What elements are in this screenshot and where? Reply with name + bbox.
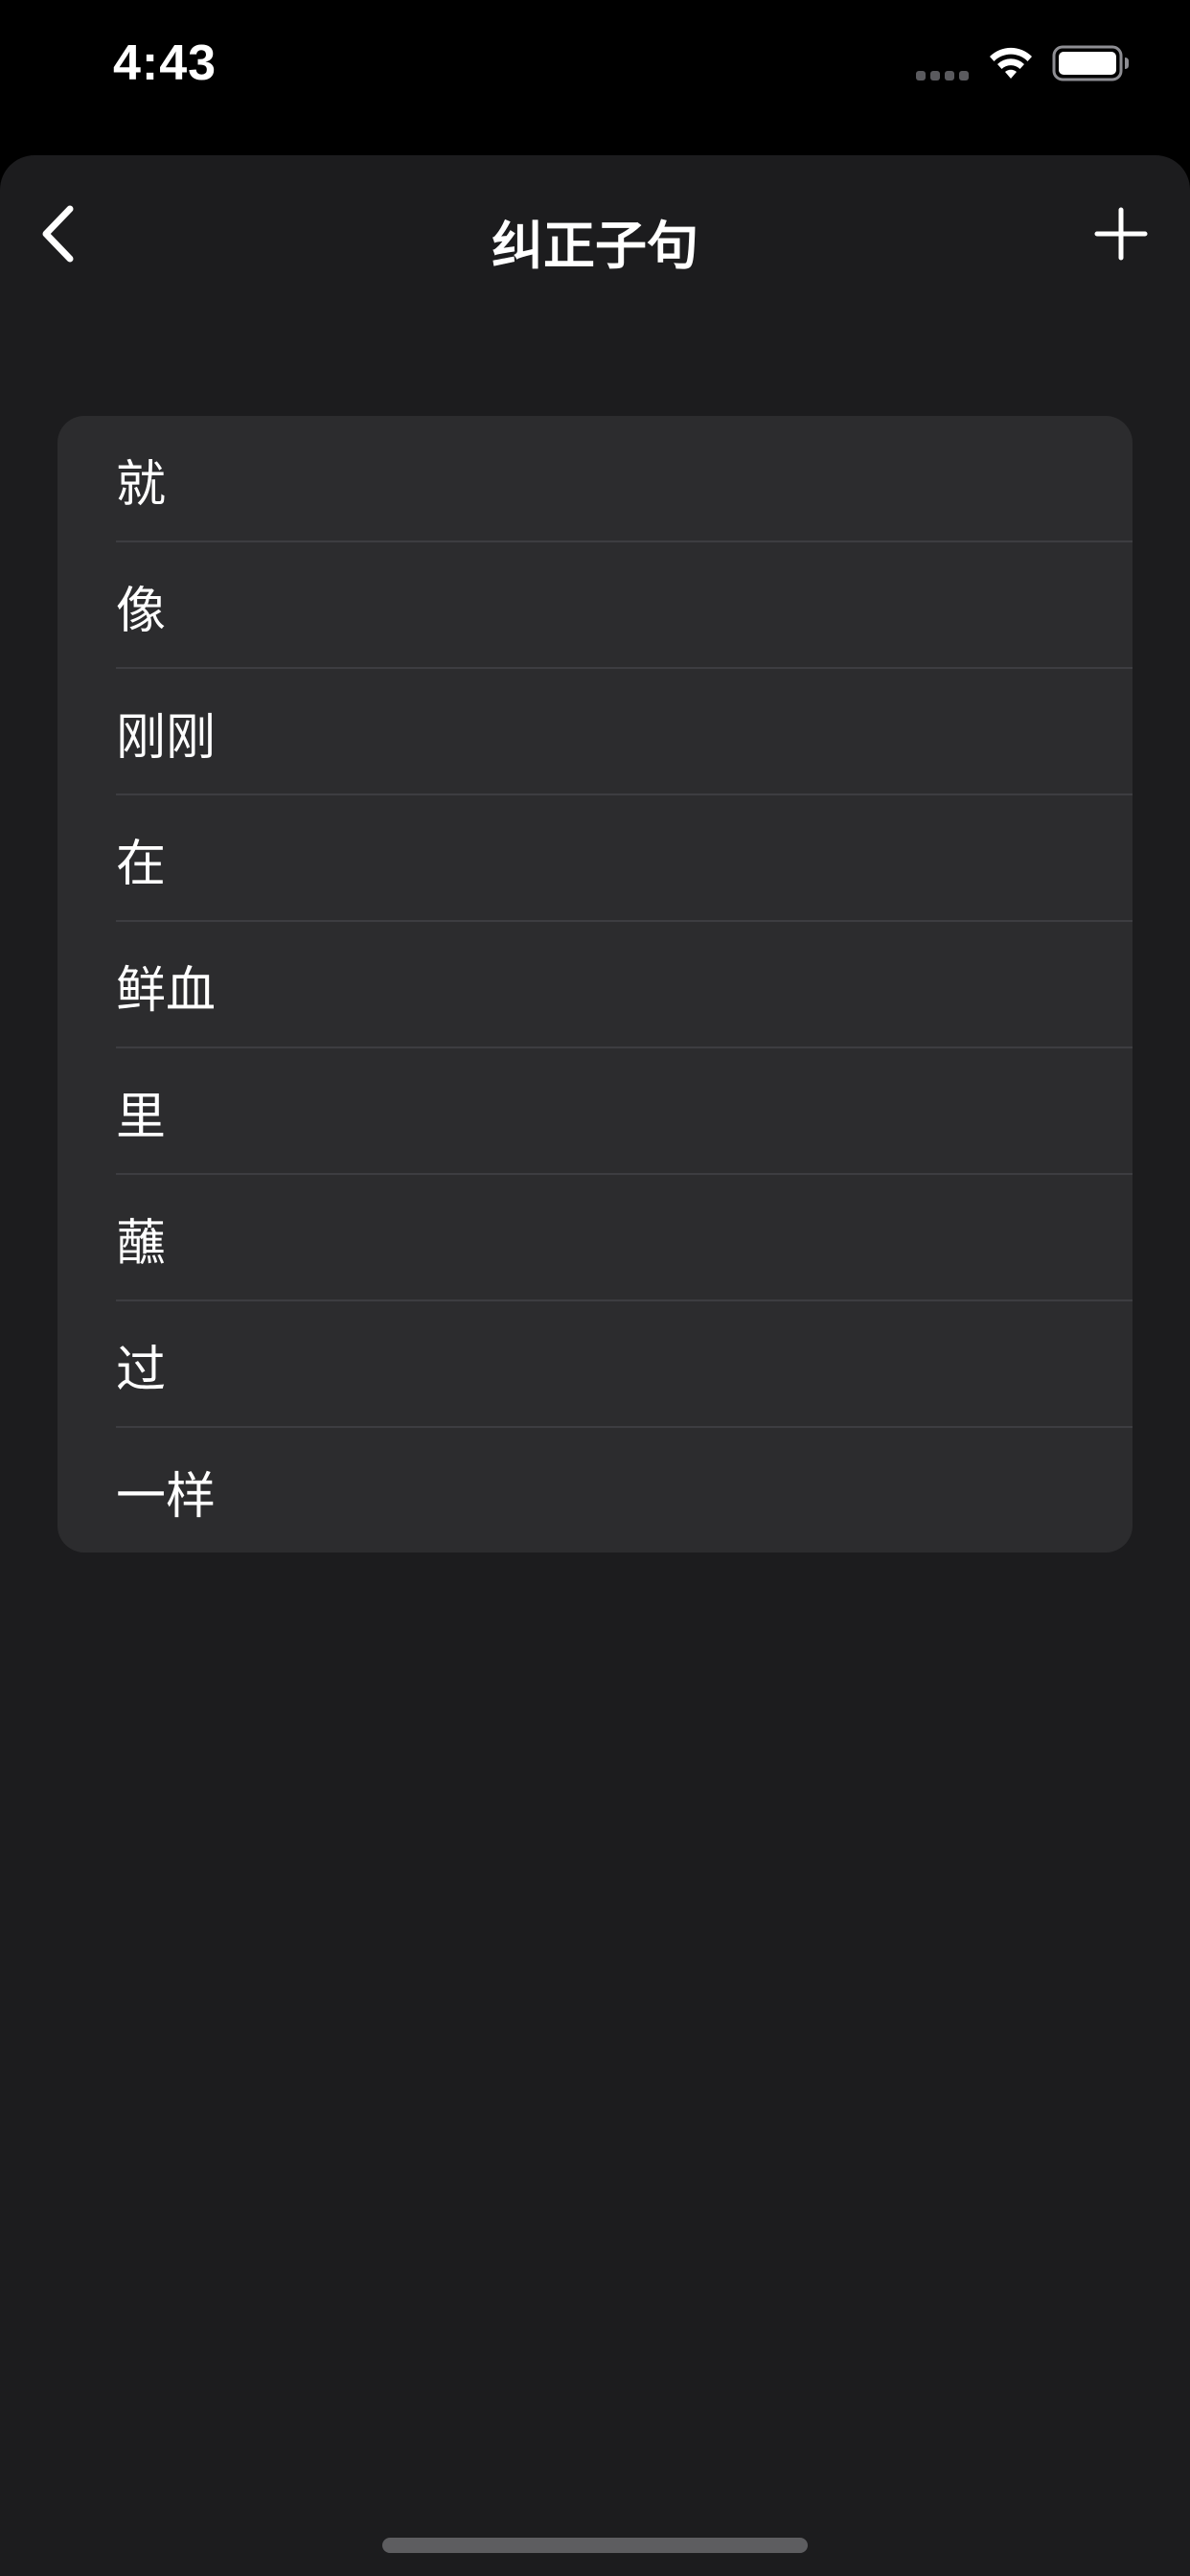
plus-icon (1094, 207, 1148, 261)
list-item-label: 里 (116, 1088, 167, 1146)
list-item-label: 过 (116, 1341, 167, 1399)
cellular-signal-icon (916, 71, 969, 80)
list-item-label: 就 (116, 455, 167, 514)
status-time: 4:43 (113, 35, 217, 91)
list-item[interactable]: 里 (57, 1048, 1133, 1175)
list-item[interactable]: 蘸 (57, 1175, 1133, 1301)
list-item-label: 鲜血 (116, 961, 217, 1020)
modal-sheet: 纠正子句 就 像 刚刚 在 鲜血 里 蘸 过 一样 (0, 155, 1190, 2576)
word-list: 就 像 刚刚 在 鲜血 里 蘸 过 一样 (57, 416, 1133, 1552)
list-item[interactable]: 在 (57, 795, 1133, 922)
list-item-label: 一样 (116, 1467, 217, 1526)
add-button[interactable] (1075, 197, 1167, 270)
battery-icon (1052, 45, 1129, 81)
list-item[interactable]: 过 (57, 1301, 1133, 1428)
page-title: 纠正子句 (492, 216, 698, 276)
list-item[interactable]: 鲜血 (57, 922, 1133, 1048)
navigation-bar: 纠正子句 (0, 155, 1190, 318)
wifi-icon (990, 47, 1032, 79)
list-item[interactable]: 像 (57, 542, 1133, 669)
home-indicator[interactable] (382, 2538, 808, 2553)
list-item-label: 蘸 (116, 1214, 167, 1273)
list-item-label: 刚刚 (116, 708, 217, 767)
list-item[interactable]: 一样 (57, 1428, 1133, 1552)
list-item[interactable]: 刚刚 (57, 669, 1133, 795)
list-item[interactable]: 就 (57, 416, 1133, 542)
list-item-label: 像 (116, 582, 167, 640)
list-item-label: 在 (116, 835, 167, 893)
status-bar: 4:43 (0, 0, 1190, 153)
